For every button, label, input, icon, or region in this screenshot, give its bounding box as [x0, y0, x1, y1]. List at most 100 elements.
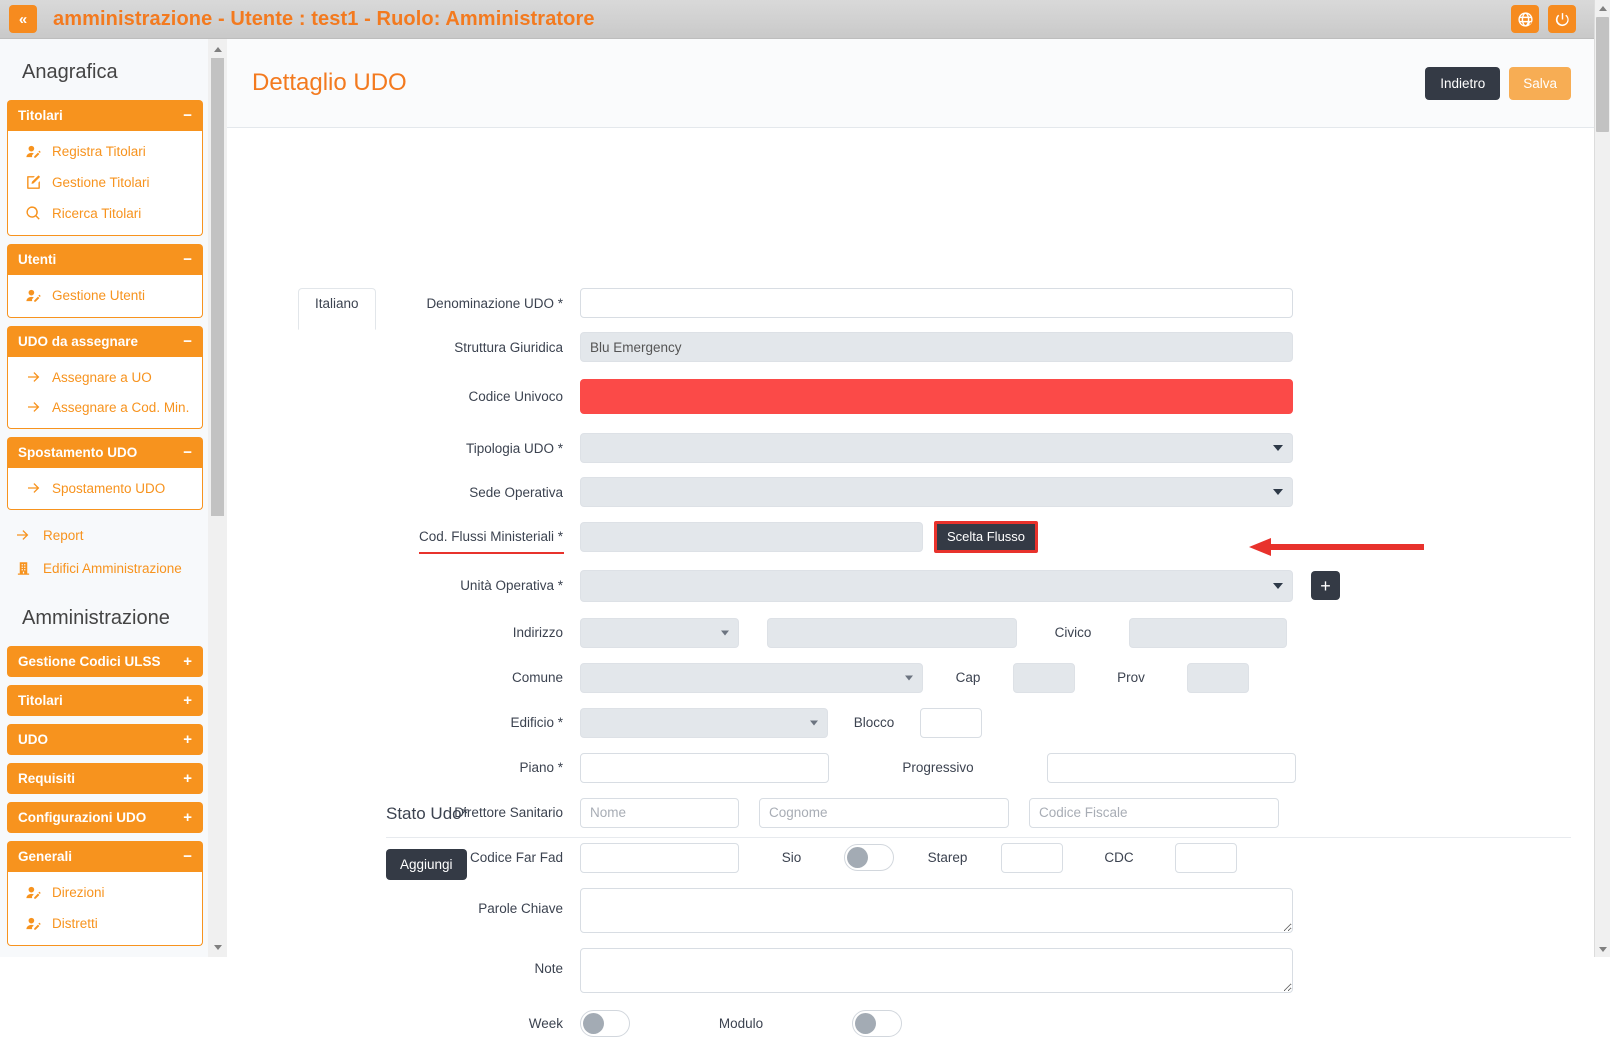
sidebar-group-configurazioni-udo: Configurazioni UDO +	[7, 802, 203, 833]
sidebar-item-direzioni[interactable]: Direzioni	[8, 877, 202, 908]
aggiungi-stato-udo-button[interactable]: Aggiungi	[386, 849, 467, 880]
indirizzo-input[interactable]	[767, 617, 1017, 648]
sidebar-group-header-requisiti[interactable]: Requisiti +	[7, 763, 203, 794]
sidebar-collapse-button[interactable]: «	[9, 5, 37, 33]
denominazione-udo-input[interactable]	[580, 288, 1293, 318]
prov-input[interactable]	[1187, 662, 1249, 693]
sidebar-group-header-titolari-admin[interactable]: Titolari +	[7, 685, 203, 716]
globe-icon-glyph	[1517, 11, 1533, 27]
sidebar-scroll-down-arrow-icon[interactable]	[210, 939, 225, 955]
page-vertical-scrollbar[interactable]	[1594, 0, 1610, 957]
scelta-flusso-button[interactable]: Scelta Flusso	[934, 521, 1039, 553]
scroll-up-arrow-icon[interactable]	[1595, 0, 1610, 16]
label-indirizzo: Indirizzo	[512, 625, 563, 641]
edificio-select[interactable]	[580, 707, 828, 738]
indirizzo-type-select[interactable]	[580, 617, 739, 648]
sidebar-group-header-configurazioni-udo[interactable]: Configurazioni UDO +	[7, 802, 203, 833]
week-toggle[interactable]	[580, 1009, 630, 1037]
civico-input[interactable]	[1129, 617, 1287, 648]
sidebar-item-assegnare-a-cod-min[interactable]: Assegnare a Cod. Min.	[8, 392, 202, 422]
sidebar-group-body: Gestione Utenti	[7, 275, 203, 318]
arrow-right-icon	[13, 527, 33, 543]
sidebar-item-edifici-amministrazione[interactable]: Edifici Amministrazione	[0, 552, 208, 585]
sidebar-item-ricerca-titolari[interactable]: Ricerca Titolari	[8, 198, 202, 229]
sidebar-group-label: Configurazioni UDO	[18, 810, 147, 825]
power-icon[interactable]	[1548, 5, 1576, 33]
main-content-area: Dettaglio UDO Indietro Salva Italiano De…	[227, 39, 1594, 1037]
codice-univoco-input[interactable]	[580, 379, 1293, 414]
search-icon	[24, 205, 43, 222]
field-row-tipologia-udo: Tipologia UDO *	[298, 433, 1594, 463]
sidebar-group-label: Utenti	[18, 252, 57, 267]
field-row-unita-operativa: Unità Operativa * +	[298, 569, 1594, 602]
progressivo-input[interactable]	[1047, 752, 1296, 783]
sidebar-item-gestione-titolari[interactable]: Gestione Titolari	[8, 167, 202, 198]
chevron-down-icon	[1273, 489, 1283, 495]
note-textarea[interactable]	[580, 947, 1293, 993]
sidebar-group-header-spostamento-udo[interactable]: Spostamento UDO −	[7, 437, 203, 468]
sidebar-group-label: Titolari	[18, 108, 63, 123]
sidebar-item-distretti[interactable]: Distretti	[8, 908, 202, 939]
sidebar-group-requisiti: Requisiti +	[7, 763, 203, 794]
sidebar-group-header-utenti[interactable]: Utenti −	[7, 244, 203, 275]
field-row-note: Note	[298, 947, 1594, 993]
expand-plus-icon: +	[183, 809, 192, 826]
field-row-week-modulo: Week Modulo	[298, 1009, 1594, 1037]
unita-operativa-select[interactable]	[580, 569, 1293, 602]
sidebar-item-label: Ricerca Titolari	[52, 206, 142, 221]
cap-input[interactable]	[1013, 662, 1075, 693]
sidebar-group-label: UDO	[18, 732, 48, 747]
label-codice-univoco: Codice Univoco	[468, 389, 563, 404]
sidebar-group-header-titolari[interactable]: Titolari −	[7, 100, 203, 131]
sidebar-scroll-up-arrow-icon[interactable]	[210, 41, 225, 57]
blocco-input[interactable]	[920, 707, 982, 738]
sidebar-item-label: Report	[43, 527, 84, 543]
stato-udo-toolbar: Aggiungi	[386, 837, 1571, 880]
power-icon-glyph	[1555, 12, 1569, 26]
globe-icon[interactable]	[1511, 5, 1539, 33]
user-edit-icon	[24, 287, 43, 304]
sidebar-group-utenti: Utenti − Gestione Utenti	[7, 244, 203, 318]
add-unita-operativa-button[interactable]: +	[1311, 571, 1340, 601]
comune-select[interactable]	[580, 662, 923, 693]
sidebar-vertical-scrollbar[interactable]	[208, 39, 227, 957]
sede-operativa-select[interactable]	[580, 477, 1293, 507]
sidebar-group-header-udo[interactable]: UDO +	[7, 724, 203, 755]
sidebar-item-gestione-utenti[interactable]: Gestione Utenti	[8, 280, 202, 311]
expand-plus-icon: +	[183, 770, 192, 787]
sidebar-group-body: Direzioni Distretti	[7, 872, 203, 946]
sidebar-group-header-generali[interactable]: Generali −	[7, 841, 203, 872]
modulo-toggle[interactable]	[852, 1009, 902, 1037]
sidebar-group-header-udo-da-assegnare[interactable]: UDO da assegnare −	[7, 326, 203, 357]
sidebar-item-registra-titolari[interactable]: Registra Titolari	[8, 136, 202, 167]
label-prov: Prov	[1117, 670, 1145, 686]
back-button[interactable]: Indietro	[1425, 66, 1501, 100]
week-toggle-knob	[583, 1012, 604, 1034]
save-button[interactable]: Salva	[1509, 66, 1571, 100]
parole-chiave-textarea[interactable]	[580, 887, 1293, 933]
sidebar-group-label: Gestione Codici ULSS	[18, 654, 161, 669]
label-sede-operativa: Sede Operativa	[469, 484, 563, 500]
arrow-right-icon	[24, 399, 43, 415]
sidebar-section-title-anagrafica: Anagrafica	[22, 61, 118, 83]
sidebar-item-spostamento-udo[interactable]: Spostamento UDO	[8, 473, 202, 503]
struttura-giuridica-input[interactable]	[580, 332, 1293, 362]
sidebar-group-label: UDO da assegnare	[18, 334, 139, 349]
sidebar-item-assegnare-a-uo[interactable]: Assegnare a UO	[8, 362, 202, 392]
sidebar-item-label: Edifici Amministrazione	[43, 561, 182, 576]
sidebar-item-label: Gestione Utenti	[52, 288, 146, 303]
sidebar-group-generali: Generali − Direzioni Distretti	[7, 841, 203, 946]
sidebar-group-body: Assegnare a UO Assegnare a Cod. Min.	[7, 357, 203, 429]
sidebar-group-header-gestione-codici-ulss[interactable]: Gestione Codici ULSS +	[7, 646, 203, 677]
label-progressivo: Progressivo	[902, 760, 974, 776]
scroll-down-arrow-icon[interactable]	[1595, 941, 1610, 957]
cod-flussi-ministeriali-input[interactable]	[580, 521, 923, 552]
sidebar-group-label: Spostamento UDO	[18, 445, 138, 460]
piano-input[interactable]	[580, 752, 829, 783]
expand-plus-icon: +	[183, 731, 192, 748]
tipologia-udo-select[interactable]	[580, 433, 1293, 463]
page-scrollbar-thumb[interactable]	[1596, 17, 1609, 132]
sidebar-item-report[interactable]: Report	[0, 518, 208, 552]
sidebar-scrollbar-thumb[interactable]	[211, 58, 224, 516]
field-row-piano: Piano * Progressivo	[298, 752, 1594, 783]
